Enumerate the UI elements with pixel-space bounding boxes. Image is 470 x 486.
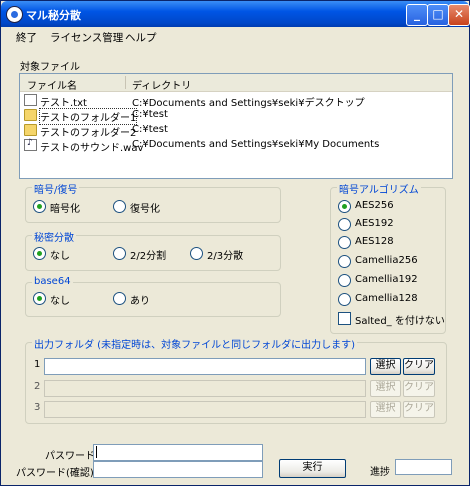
progress-bar — [395, 459, 452, 475]
base64-group-title: base64 — [32, 276, 73, 287]
maximize-button[interactable]: □ — [427, 4, 449, 26]
radio-aes128-label[interactable]: AES128 — [355, 236, 394, 247]
output-folder-input-2[interactable] — [44, 380, 366, 397]
menu-help[interactable]: ヘルプ — [125, 30, 157, 45]
clear-folder-button-1[interactable]: クリア — [403, 358, 435, 375]
radio-camellia128-label[interactable]: Camellia128 — [355, 293, 418, 304]
file-directory: C:¥test — [132, 124, 168, 135]
title-bar[interactable]: マル秘分散 _ □ ✕ — [1, 1, 470, 27]
file-directory: C:¥test — [132, 109, 168, 120]
output-group-title: 出力フォルダ (未指定時は、対象ファイルと同じフォルダに出力します) — [32, 336, 357, 351]
radio-camellia192-label[interactable]: Camellia192 — [355, 274, 418, 285]
base64-group: base64 なし あり — [25, 276, 281, 317]
folder-icon — [24, 109, 37, 121]
select-folder-button-2[interactable]: 選択 — [370, 380, 401, 397]
radio-aes192[interactable] — [338, 218, 351, 231]
select-folder-button-3[interactable]: 選択 — [370, 401, 401, 418]
radio-split-none-label[interactable]: なし — [50, 247, 70, 262]
app-icon — [6, 6, 23, 23]
radio-base64-yes-label[interactable]: あり — [130, 292, 150, 307]
file-row[interactable]: テストのサウンド.wav C:¥Documents and Settings¥s… — [20, 138, 452, 154]
file-directory: C:¥Documents and Settings¥seki¥My Docume… — [132, 139, 380, 150]
target-files-label: 対象ファイル — [20, 62, 80, 73]
salted-checkbox-label[interactable]: Salted_ を付けない — [355, 312, 445, 327]
select-folder-button-1[interactable]: 選択 — [370, 358, 401, 375]
radio-camellia192[interactable] — [338, 274, 351, 287]
sound-file-icon — [24, 138, 37, 151]
output-row-number: 3 — [34, 402, 41, 413]
radio-camellia128[interactable] — [338, 293, 351, 306]
radio-camellia256-label[interactable]: Camellia256 — [355, 255, 418, 266]
clear-folder-button-2[interactable]: クリア — [403, 380, 435, 397]
radio-camellia256[interactable] — [338, 255, 351, 268]
folder-icon — [24, 124, 37, 136]
split-group-title: 秘密分散 — [32, 229, 76, 244]
run-button[interactable]: 実行 — [279, 459, 346, 478]
radio-aes192-label[interactable]: AES192 — [355, 218, 394, 229]
target-file-list[interactable]: ファイル名 ディレクトリ テスト.txt C:¥Documents and Se… — [19, 73, 453, 179]
crypt-group-title: 暗号/復号 — [32, 181, 80, 196]
file-list-header: ファイル名 ディレクトリ — [20, 74, 452, 92]
file-row[interactable]: テストのフォルダー2 C:¥test — [20, 123, 452, 139]
window-title: マル秘分散 — [26, 9, 81, 22]
radio-split-2of2-label[interactable]: 2/2分割 — [130, 247, 166, 262]
radio-decrypt-label[interactable]: 復号化 — [130, 200, 160, 215]
menu-bar: 終了 ライセンス管理 ヘルプ — [1, 27, 469, 47]
radio-base64-none[interactable] — [33, 292, 46, 305]
file-directory: C:¥Documents and Settings¥seki¥デスクトップ — [132, 98, 365, 109]
file-row[interactable]: テストのフォルダー1 C:¥test — [20, 108, 452, 125]
menu-license[interactable]: ライセンス管理 — [50, 30, 123, 45]
radio-base64-yes[interactable] — [113, 292, 126, 305]
radio-aes256-label[interactable]: AES256 — [355, 200, 394, 211]
crypt-group: 暗号/復号 暗号化 復号化 — [25, 181, 281, 223]
password-label: パスワード — [45, 451, 95, 462]
menu-exit[interactable]: 終了 — [16, 30, 37, 45]
file-name: テストのフォルダー2 — [40, 128, 137, 139]
file-name: テスト.txt — [40, 98, 87, 109]
radio-base64-none-label[interactable]: なし — [50, 292, 70, 307]
output-folder-input-1[interactable] — [44, 358, 366, 375]
radio-split-none[interactable] — [33, 247, 46, 260]
radio-split-2of2[interactable] — [113, 247, 126, 260]
text-caret — [96, 446, 97, 458]
output-group: 出力フォルダ (未指定時は、対象ファイルと同じフォルダに出力します) 1 選択 … — [25, 336, 447, 424]
minimize-button[interactable]: _ — [406, 4, 428, 26]
output-row-number: 2 — [34, 381, 41, 392]
password-input[interactable] — [93, 444, 263, 461]
file-row[interactable]: テスト.txt C:¥Documents and Settings¥seki¥デ… — [20, 93, 452, 109]
radio-split-2of3[interactable] — [190, 247, 203, 260]
algorithm-group-title: 暗号アルゴリズム — [337, 181, 421, 196]
radio-aes128[interactable] — [338, 236, 351, 249]
radio-aes256[interactable] — [338, 200, 351, 213]
progress-label: 進捗 — [370, 467, 390, 478]
column-filename[interactable]: ファイル名 — [27, 77, 77, 92]
file-name: テストのフォルダー1 — [38, 108, 138, 125]
text-file-icon — [24, 94, 37, 106]
password-confirm-label: パスワード(確認) — [16, 468, 94, 479]
radio-encrypt[interactable] — [33, 200, 46, 213]
column-separator[interactable] — [125, 76, 126, 89]
file-name: テストのサウンド.wav — [40, 143, 144, 154]
password-confirm-input[interactable] — [93, 461, 263, 478]
clear-folder-button-3[interactable]: クリア — [403, 401, 435, 418]
salted-checkbox[interactable] — [338, 312, 351, 325]
output-row-number: 1 — [34, 359, 41, 370]
output-folder-input-3[interactable] — [44, 401, 366, 418]
close-button[interactable]: ✕ — [448, 4, 470, 26]
radio-encrypt-label[interactable]: 暗号化 — [50, 200, 80, 215]
column-directory[interactable]: ディレクトリ — [132, 77, 191, 92]
radio-decrypt[interactable] — [113, 200, 126, 213]
algorithm-group: 暗号アルゴリズム AES256 AES192 AES128 Camellia25… — [330, 181, 446, 334]
app-window: マル秘分散 _ □ ✕ 終了 ライセンス管理 ヘルプ 対象ファイル ファイル名 … — [0, 0, 470, 486]
split-group: 秘密分散 なし 2/2分割 2/3分散 — [25, 229, 281, 271]
radio-split-2of3-label[interactable]: 2/3分散 — [207, 247, 243, 262]
